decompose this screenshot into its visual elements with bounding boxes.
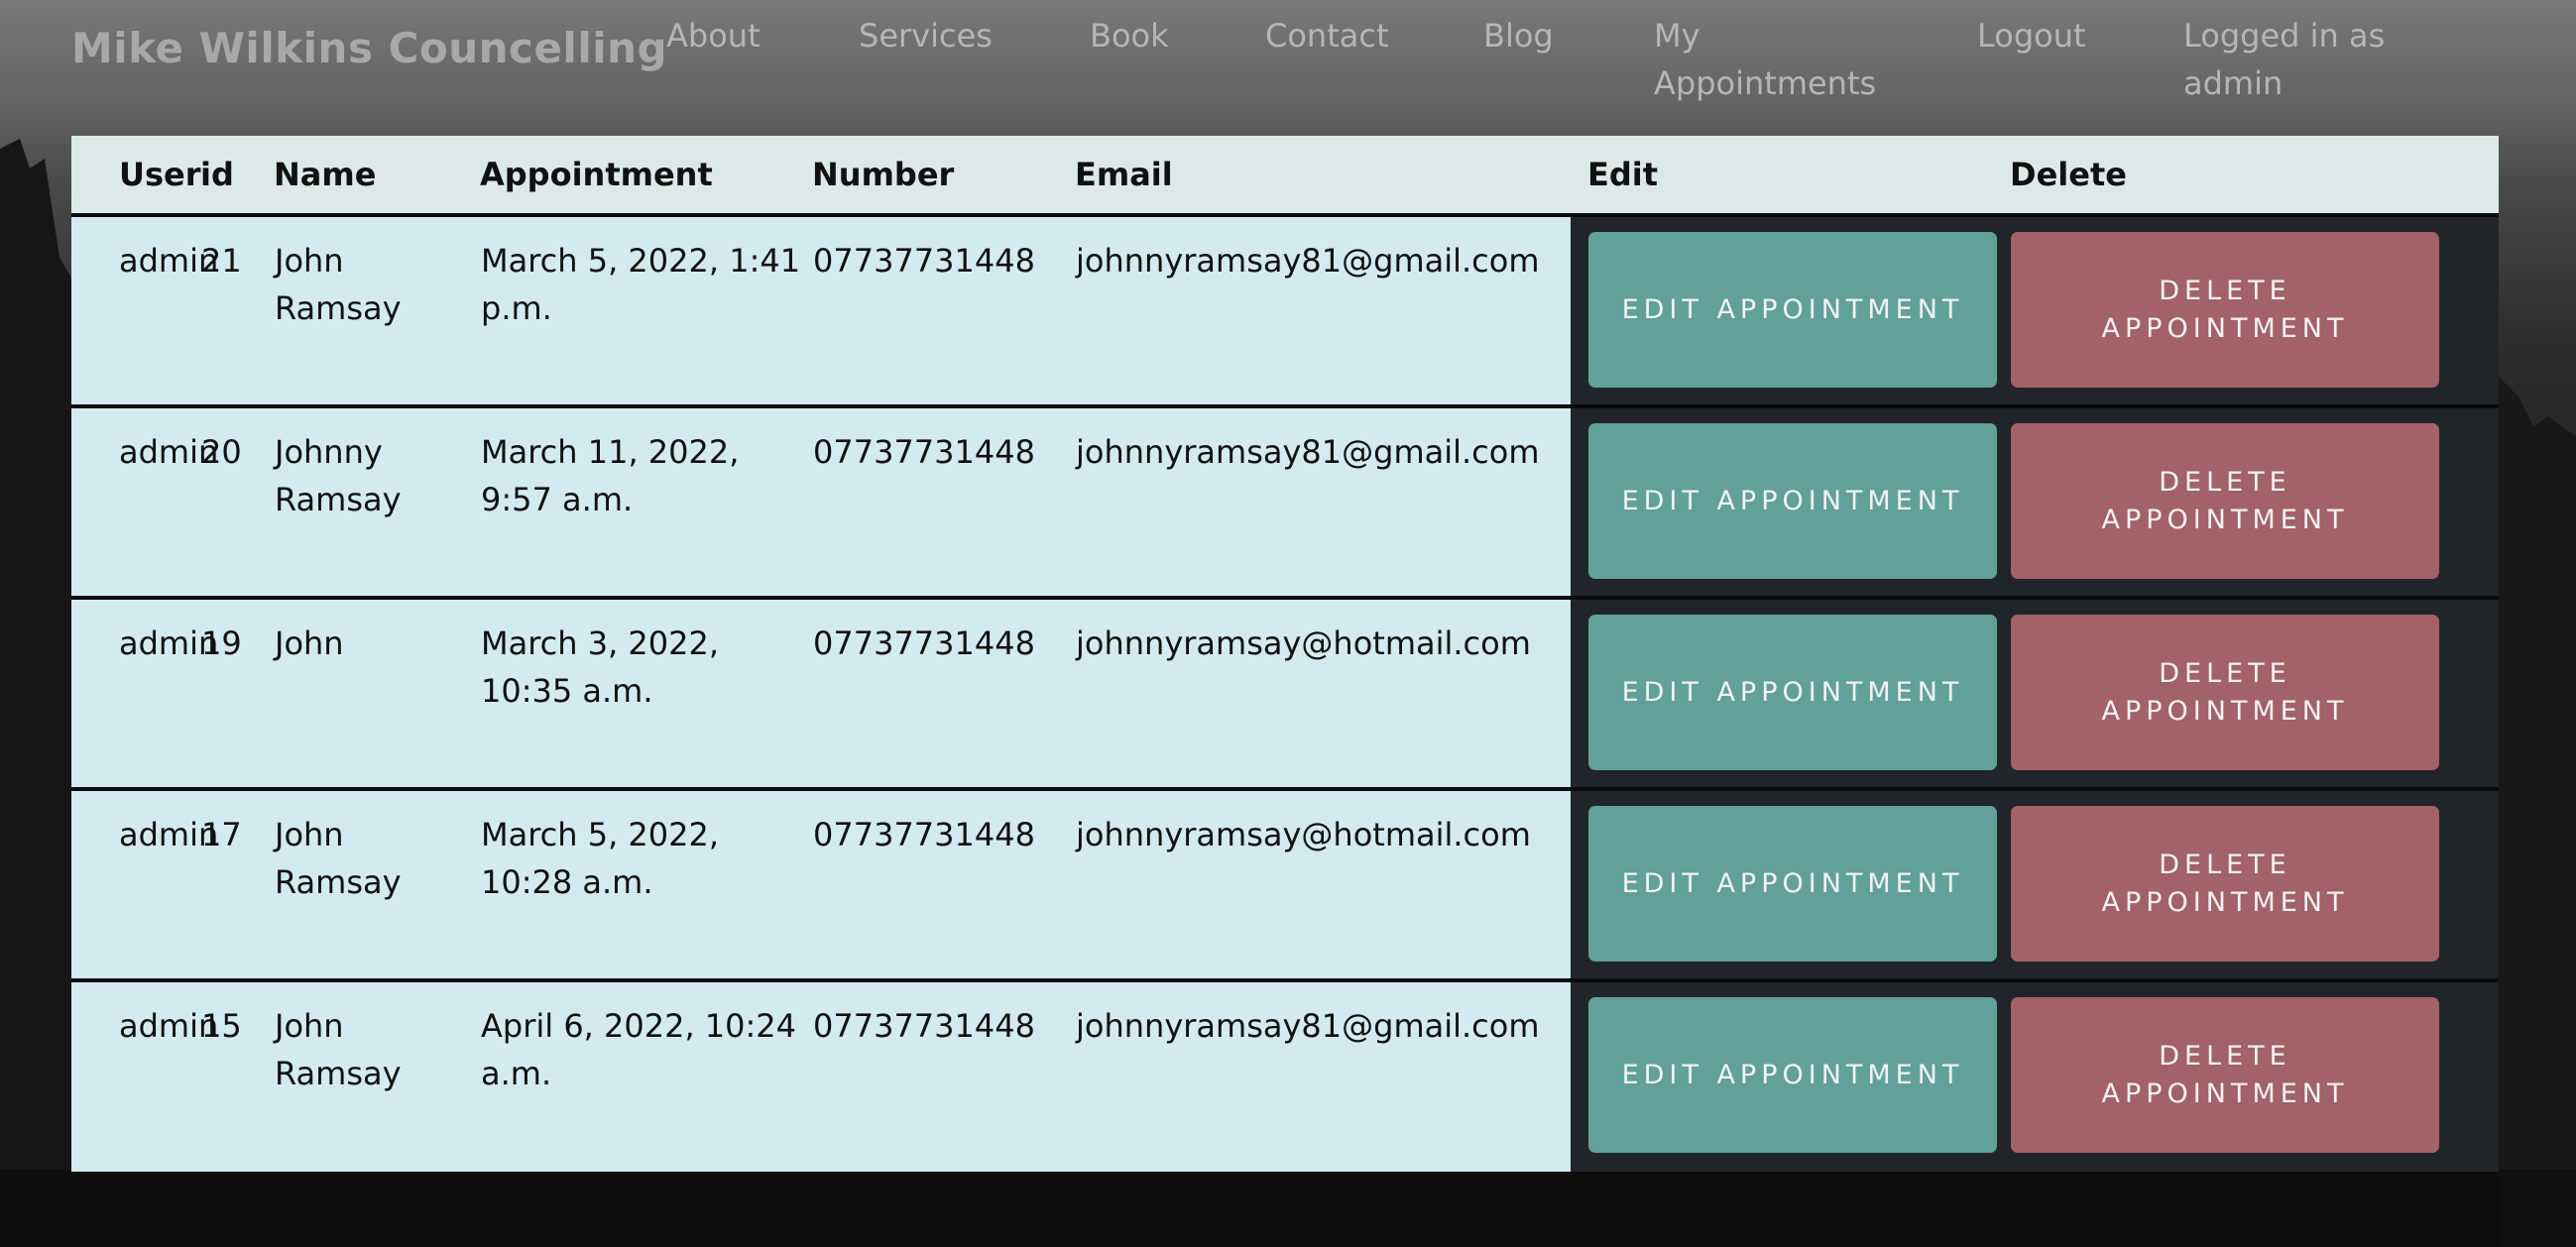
edit-appointment-button[interactable]: Edit Appointment xyxy=(1588,806,1997,962)
cell-name: John Ramsay xyxy=(274,215,480,406)
edit-appointment-button[interactable]: Edit Appointment xyxy=(1588,997,1997,1153)
table-row: admin 20 Johnny Ramsay March 11, 2022, 9… xyxy=(71,406,2499,598)
edit-appointment-button[interactable]: Edit Appointment xyxy=(1588,423,1997,579)
delete-appointment-button[interactable]: Delete Appointment xyxy=(2011,615,2439,770)
cell-number: 07737731448 xyxy=(812,215,1075,406)
cell-email: johnnyramsay@hotmail.com xyxy=(1075,598,1571,789)
nav-link-about[interactable]: About xyxy=(666,12,761,59)
nav-link-book[interactable]: Book xyxy=(1090,12,1169,59)
cell-delete: Delete Appointment xyxy=(2010,980,2499,1172)
header-user: User xyxy=(119,156,201,193)
cell-appointment: March 3, 2022, 10:35 a.m. xyxy=(480,598,812,789)
delete-appointment-button[interactable]: Delete Appointment xyxy=(2011,997,2439,1153)
table-row: admin 21 John Ramsay March 5, 2022, 1:41… xyxy=(71,215,2499,406)
cell-name: John Ramsay xyxy=(274,789,480,980)
header-name: Name xyxy=(274,156,377,193)
cell-id: 20 xyxy=(200,406,274,598)
cell-email: johnnyramsay81@gmail.com xyxy=(1075,980,1571,1172)
cell-email: johnnyramsay81@gmail.com xyxy=(1075,406,1571,598)
table-row: admin 15 John Ramsay April 6, 2022, 10:2… xyxy=(71,980,2499,1172)
edit-appointment-button[interactable]: Edit Appointment xyxy=(1588,615,1997,770)
nav-link-logout[interactable]: Logout xyxy=(1977,12,2086,59)
cell-number: 07737731448 xyxy=(812,980,1075,1172)
cell-id: 15 xyxy=(200,980,274,1172)
nav-link-contact[interactable]: Contact xyxy=(1265,12,1389,59)
nav-link-my-appointments[interactable]: My Appointments xyxy=(1654,12,1922,107)
header-edit: Edit xyxy=(1587,156,1659,193)
nav-link-services[interactable]: Services xyxy=(859,12,993,59)
cell-delete: Delete Appointment xyxy=(2010,215,2499,406)
cell-user: admin xyxy=(71,789,218,980)
cell-edit: Edit Appointment xyxy=(1571,406,2010,598)
cell-user: admin xyxy=(71,598,218,789)
delete-appointment-button[interactable]: Delete Appointment xyxy=(2011,232,2439,388)
cell-appointment: April 6, 2022, 10:24 a.m. xyxy=(480,980,812,1172)
logged-in-status: Logged in as admin xyxy=(2183,17,2386,102)
cell-appointment: March 5, 2022, 1:41 p.m. xyxy=(480,215,812,406)
header-appointment: Appointment xyxy=(480,156,713,193)
cell-id: 19 xyxy=(200,598,274,789)
delete-appointment-button[interactable]: Delete Appointment xyxy=(2011,806,2439,962)
appointments-table: User id Name Appointment Number Email Ed… xyxy=(71,136,2499,1172)
cell-number: 07737731448 xyxy=(812,789,1075,980)
cell-name: Johnny Ramsay xyxy=(274,406,480,598)
table-row: admin 19 John March 3, 2022, 10:35 a.m. … xyxy=(71,598,2499,789)
cell-id: 17 xyxy=(200,789,274,980)
cell-user: admin xyxy=(71,215,218,406)
edit-appointment-button[interactable]: Edit Appointment xyxy=(1588,232,1997,388)
cell-edit: Edit Appointment xyxy=(1571,598,2010,789)
cell-edit: Edit Appointment xyxy=(1571,980,2010,1172)
cell-delete: Delete Appointment xyxy=(2010,406,2499,598)
cell-appointment: March 11, 2022, 9:57 a.m. xyxy=(480,406,812,598)
nav-link-blog[interactable]: Blog xyxy=(1483,12,1554,59)
header-email: Email xyxy=(1075,156,1173,193)
delete-appointment-button[interactable]: Delete Appointment xyxy=(2011,423,2439,579)
cell-user: admin xyxy=(71,980,218,1172)
cell-id: 21 xyxy=(200,215,274,406)
site-brand-logo[interactable]: Mike Wilkins Councelling xyxy=(71,24,667,72)
cell-number: 07737731448 xyxy=(812,406,1075,598)
cell-email: johnnyramsay@hotmail.com xyxy=(1075,789,1571,980)
cell-email: johnnyramsay81@gmail.com xyxy=(1075,215,1571,406)
cell-user: admin xyxy=(71,406,218,598)
header-delete: Delete xyxy=(2010,156,2127,193)
cell-number: 07737731448 xyxy=(812,598,1075,789)
table-header-row: User id Name Appointment Number Email Ed… xyxy=(71,136,2499,215)
cell-edit: Edit Appointment xyxy=(1571,215,2010,406)
cell-name: John Ramsay xyxy=(274,980,480,1172)
cell-appointment: March 5, 2022, 10:28 a.m. xyxy=(480,789,812,980)
cell-edit: Edit Appointment xyxy=(1571,789,2010,980)
cell-name: John xyxy=(274,598,480,789)
header-number: Number xyxy=(812,156,955,193)
cell-delete: Delete Appointment xyxy=(2010,598,2499,789)
table-row: admin 17 John Ramsay March 5, 2022, 10:2… xyxy=(71,789,2499,980)
cell-delete: Delete Appointment xyxy=(2010,789,2499,980)
header-id: id xyxy=(200,156,234,193)
